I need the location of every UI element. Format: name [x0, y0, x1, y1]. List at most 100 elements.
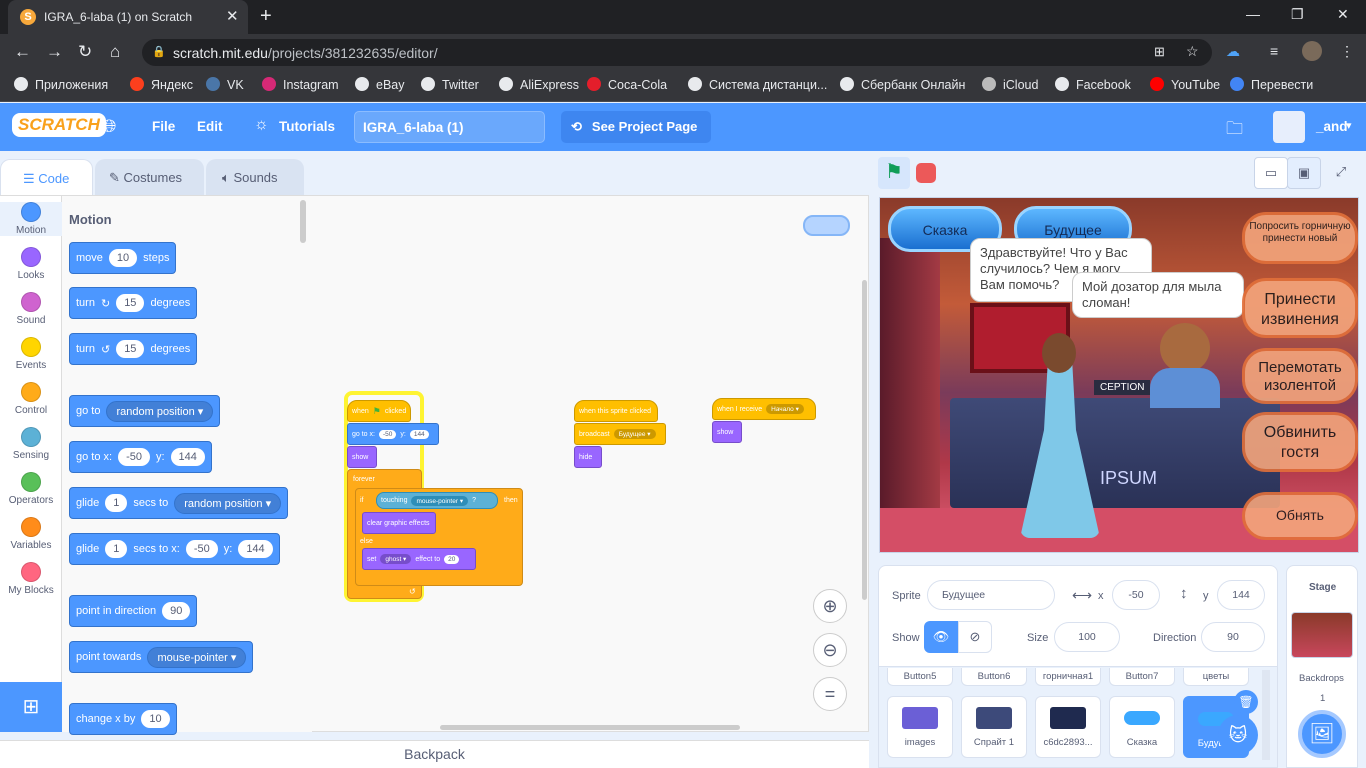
stop-button[interactable]: [916, 163, 936, 183]
bookmark-item[interactable]: Яндекс: [130, 77, 193, 92]
cloud-icon[interactable]: ☁: [1226, 43, 1240, 60]
block-dropdown[interactable]: Начало ▾: [766, 404, 804, 414]
block-input[interactable]: 15: [116, 294, 145, 312]
file-menu[interactable]: File: [152, 119, 175, 134]
sprite-tile-partial[interactable]: горничная1: [1035, 668, 1101, 686]
script-horizontal-scrollbar[interactable]: [440, 725, 740, 730]
zoom-reset-icon[interactable]: =: [813, 677, 847, 711]
delete-sprite-icon[interactable]: 🗑︎: [1234, 690, 1258, 714]
choose-sprite-cat-icon[interactable]: 🐱︎: [1218, 715, 1258, 755]
see-project-page-button[interactable]: ⟲ See Project Page: [561, 111, 711, 143]
zoom-in-icon[interactable]: ⊕: [813, 589, 847, 623]
glide-to-xy-block[interactable]: glide 1 secs to x: -50 y: 144: [69, 533, 280, 565]
url-field[interactable]: 🔒 scratch.mit.edu/projects/381232635/edi…: [142, 39, 1212, 66]
block-dropdown[interactable]: Будущее ▾: [613, 429, 656, 439]
bookmark-item[interactable]: Twitter: [421, 77, 479, 92]
minimize-icon[interactable]: —: [1246, 6, 1260, 22]
normal-stage-icon[interactable]: ▣: [1287, 157, 1321, 189]
show-script-block[interactable]: show: [347, 446, 377, 468]
block-input[interactable]: 90: [162, 602, 191, 620]
chevron-down-icon[interactable]: ▾: [1346, 119, 1352, 132]
fullscreen-icon[interactable]: ⤢: [1324, 157, 1358, 189]
when-flag-clicked-block[interactable]: when ⚑ clicked: [347, 400, 411, 422]
bookmark-item[interactable]: iCloud: [982, 77, 1038, 92]
my-stuff-folder-icon[interactable]: 🗀: [1226, 116, 1243, 145]
sprite-list-scrollbar[interactable]: [1262, 670, 1270, 760]
edit-menu[interactable]: Edit: [197, 119, 223, 134]
category-looks[interactable]: Looks: [0, 247, 62, 281]
category-motion[interactable]: Motion: [0, 202, 62, 236]
tab-sounds[interactable]: 🔈︎ Sounds: [206, 159, 304, 196]
add-extension-button[interactable]: ⊞: [0, 682, 62, 732]
bookmark-item[interactable]: Instagram: [262, 77, 339, 92]
category-my-blocks[interactable]: My Blocks: [0, 562, 62, 596]
bookmark-item[interactable]: Coca-Cola: [587, 77, 667, 92]
block-input[interactable]: -50: [118, 448, 150, 466]
back-icon[interactable]: ←: [14, 42, 31, 62]
block-input[interactable]: 144: [170, 448, 205, 466]
size-field[interactable]: 100: [1054, 622, 1120, 652]
sprite-tile-partial[interactable]: Button5: [887, 668, 953, 686]
option-ask-maid[interactable]: Попросить горничную принести новый: [1242, 212, 1358, 264]
bookmark-item[interactable]: Система дистанци...: [688, 77, 827, 92]
block-dropdown[interactable]: mouse-pointer ▾: [411, 495, 469, 506]
bookmark-item[interactable]: VK: [206, 77, 244, 92]
translate-icon[interactable]: ⊞: [1154, 44, 1165, 60]
glide-to-block[interactable]: glide 1 secs to random position ▾: [69, 487, 289, 519]
sprite-tile[interactable]: Сказка: [1109, 696, 1175, 758]
direction-field[interactable]: 90: [1201, 622, 1265, 652]
bookmark-item[interactable]: AliExpress: [499, 77, 579, 92]
touching-block[interactable]: touching mouse-pointer ▾?: [376, 492, 498, 509]
bookmark-item[interactable]: YouTube: [1150, 77, 1220, 92]
sprite-tile-partial[interactable]: цветы: [1183, 668, 1249, 686]
category-sensing[interactable]: Sensing: [0, 427, 62, 461]
option-hug[interactable]: Обнять: [1242, 492, 1358, 540]
turn-left-block[interactable]: turn ↺ 15 degrees: [69, 333, 198, 365]
category-operators[interactable]: Operators: [0, 472, 62, 506]
block-input[interactable]: 20: [444, 554, 460, 564]
option-apologize[interactable]: Принести извинения: [1242, 278, 1358, 338]
x-field[interactable]: -50: [1112, 580, 1160, 610]
tutorials-button[interactable]: Tutorials: [279, 119, 335, 134]
tab-costumes[interactable]: ✎ Costumes: [95, 159, 204, 196]
backdrop-thumbnail[interactable]: [1291, 612, 1353, 658]
username[interactable]: _and: [1316, 119, 1348, 134]
block-input[interactable]: 10: [141, 710, 170, 728]
move-steps-block[interactable]: move 10 steps: [69, 242, 177, 274]
hide-block[interactable]: hide: [574, 446, 602, 468]
block-input[interactable]: -50: [185, 540, 218, 558]
profile-avatar[interactable]: [1302, 41, 1322, 61]
go-to-xy-script-block[interactable]: go to x: -50 y: 144: [347, 423, 439, 445]
go-to-block[interactable]: go to random position ▾: [69, 395, 221, 427]
maximize-icon[interactable]: ❐: [1291, 6, 1304, 23]
tab-code[interactable]: ☰ Code: [0, 159, 93, 196]
change-x-block[interactable]: change x by 10: [69, 703, 177, 735]
block-input[interactable]: 15: [116, 340, 145, 358]
sprite-tile-partial[interactable]: Button7: [1109, 668, 1175, 686]
green-flag-button[interactable]: ⚑: [878, 157, 910, 189]
block-input[interactable]: 144: [409, 429, 429, 439]
block-dropdown[interactable]: mouse-pointer ▾: [147, 646, 247, 668]
point-in-direction-block[interactable]: point in direction 90: [69, 595, 198, 627]
user-avatar[interactable]: [1273, 111, 1305, 143]
category-events[interactable]: Events: [0, 337, 62, 371]
option-blame-guest[interactable]: Обвинить гостя: [1242, 412, 1358, 472]
clear-graphic-effects-block[interactable]: clear graphic effects: [362, 512, 436, 534]
small-stage-icon[interactable]: ▭: [1254, 157, 1288, 189]
palette-scrollbar[interactable]: [300, 200, 306, 243]
add-backdrop-icon[interactable]: 🖼︎: [1298, 710, 1346, 758]
show-block-2[interactable]: show: [712, 421, 742, 443]
category-sound[interactable]: Sound: [0, 292, 62, 326]
block-input[interactable]: -50: [378, 429, 397, 439]
show-visible-eye-icon[interactable]: 👁︎: [924, 621, 958, 653]
scratch-logo[interactable]: SCRATCH: [12, 113, 106, 137]
zoom-out-icon[interactable]: ⊖: [813, 633, 847, 667]
sprite-tile-partial[interactable]: Button6: [961, 668, 1027, 686]
backpack[interactable]: Backpack: [0, 740, 869, 768]
block-dropdown[interactable]: random position ▾: [106, 400, 214, 422]
bookmark-star-icon[interactable]: ☆: [1186, 43, 1199, 60]
sprite-tile[interactable]: images: [887, 696, 953, 758]
home-icon[interactable]: ⌂: [110, 42, 120, 62]
sprite-tile[interactable]: Спрайт 1: [961, 696, 1027, 758]
broadcast-block[interactable]: broadcast Будущее ▾: [574, 423, 666, 445]
